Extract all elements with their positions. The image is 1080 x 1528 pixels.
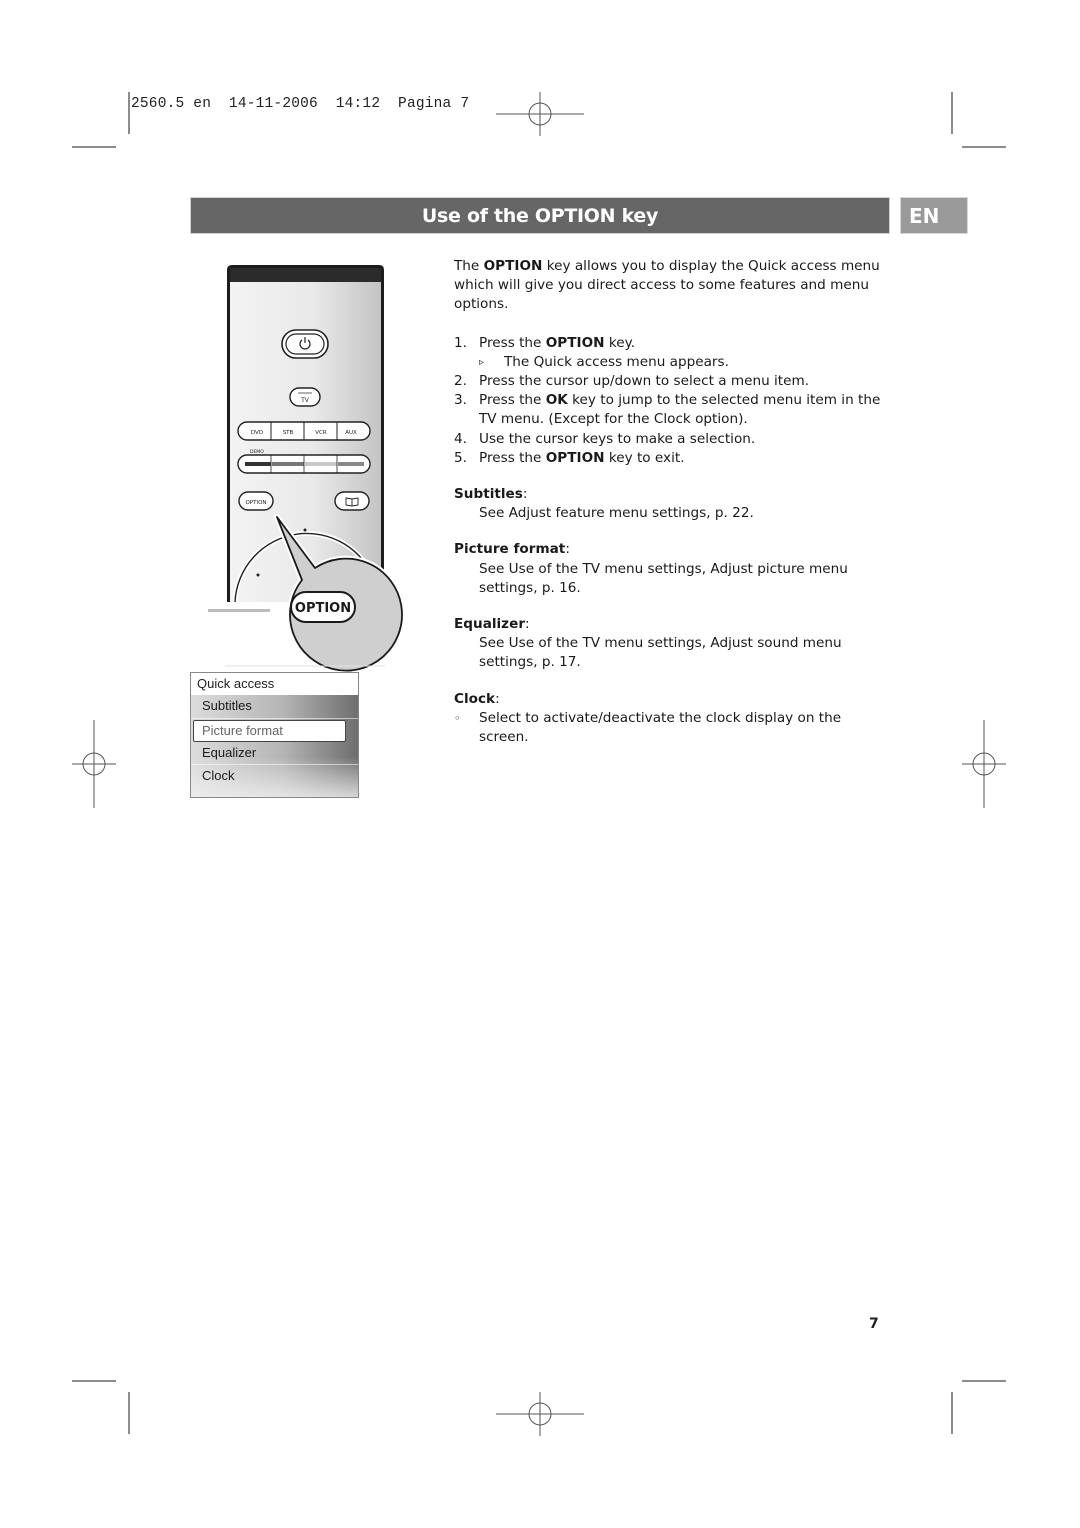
section-body: See Use of the TV menu settings, Adjust …	[479, 635, 842, 671]
registration-mark-icon	[496, 1392, 584, 1436]
result-arrow-icon: ▹	[479, 356, 485, 368]
source-stb: STB	[283, 430, 294, 436]
menu-item-equalizer[interactable]: Equalizer	[191, 742, 358, 765]
source-buttons: DVD STB VCR AUX	[237, 421, 371, 441]
remote-control-illustration: TV DVD STB VCR AUX DEMO OPTION OPTION	[205, 262, 405, 674]
section-clock: Clock: ◦ Select to activate/deactivate th…	[454, 690, 894, 748]
section-subtitles: Subtitles: See Adjust feature menu setti…	[454, 485, 894, 523]
page-title: Use of the OPTION key	[421, 204, 659, 227]
section-body: ◦ Select to activate/deactivate the clock…	[454, 709, 842, 746]
step-item: 4. Use the cursor keys to make a selectio…	[454, 430, 756, 447]
quick-access-menu-list: Subtitles Picture format Equalizer Clock	[191, 695, 358, 797]
language-code: EN	[909, 203, 940, 228]
page-number: 7	[869, 1316, 879, 1332]
section-body: See Use of the TV menu settings, Adjust …	[479, 560, 848, 596]
registration-mark-icon	[962, 720, 1006, 808]
quick-access-menu: Quick access Subtitles Picture format Eq…	[190, 672, 359, 798]
intro-paragraph: The OPTION key allows you to display the…	[454, 258, 880, 313]
crop-mark	[128, 1392, 130, 1434]
section-title-bar: Use of the OPTION key	[190, 197, 890, 234]
crop-mark	[962, 1380, 1006, 1382]
source-aux: AUX	[345, 430, 357, 436]
section-title: Equalizer	[454, 616, 526, 633]
source-vcr: VCR	[315, 430, 327, 436]
steps-list: 1. Press the OPTION key. ▹ The Quick acces…	[454, 334, 894, 468]
step-item: 3. Press the OK key to jump to the select…	[454, 392, 881, 428]
section-picture-format: Picture format: See Use of the TV menu s…	[454, 540, 894, 598]
source-dvd: DVD	[251, 430, 263, 436]
menu-item-clock[interactable]: Clock	[191, 765, 358, 788]
instructions-text: The OPTION key allows you to display the…	[454, 257, 894, 747]
step-result: ▹ The Quick access menu appears.	[454, 353, 894, 372]
section-equalizer: Equalizer: See Use of the TV menu settin…	[454, 615, 894, 673]
crop-mark	[128, 92, 130, 134]
language-badge: EN	[900, 197, 968, 234]
bullet-icon: ◦	[454, 711, 461, 725]
crop-mark	[951, 92, 953, 134]
registration-mark-icon	[72, 720, 116, 808]
section-title: Subtitles	[454, 486, 523, 503]
svg-text:OPTION: OPTION	[245, 500, 266, 506]
crop-mark	[72, 1380, 116, 1382]
registration-mark-icon	[496, 92, 584, 136]
section-title: Clock	[454, 690, 496, 707]
quick-access-menu-title: Quick access	[191, 673, 358, 696]
demo-label: DEMO	[250, 449, 264, 455]
print-slug: 2560.5 en 14-11-2006 14:12 Pagina 7	[131, 96, 470, 112]
color-buttons	[237, 454, 371, 474]
section-title: Picture format	[454, 541, 566, 558]
crop-mark	[951, 1392, 953, 1434]
step-item: 5. Press the OPTION key to exit.	[454, 449, 685, 466]
menu-item-subtitles[interactable]: Subtitles	[191, 695, 358, 719]
guide-button	[334, 491, 370, 511]
menu-item-picture-format[interactable]: Picture format	[193, 719, 346, 742]
tv-button: TV	[289, 387, 321, 407]
svg-text:TV: TV	[300, 397, 310, 404]
option-button-small: OPTION	[238, 491, 274, 511]
step-item: 2. Press the cursor up/down to select a m…	[454, 373, 810, 390]
remote-control-svg: TV DVD STB VCR AUX DEMO OPTION OPTION	[208, 265, 405, 674]
crop-mark	[72, 146, 116, 148]
option-callout-label: OPTION	[295, 601, 351, 616]
step-item: 1. Press the OPTION key.	[454, 334, 636, 351]
section-body: See Adjust feature menu settings, p. 22.	[479, 505, 754, 522]
crop-mark	[962, 146, 1006, 148]
power-button	[281, 329, 329, 359]
